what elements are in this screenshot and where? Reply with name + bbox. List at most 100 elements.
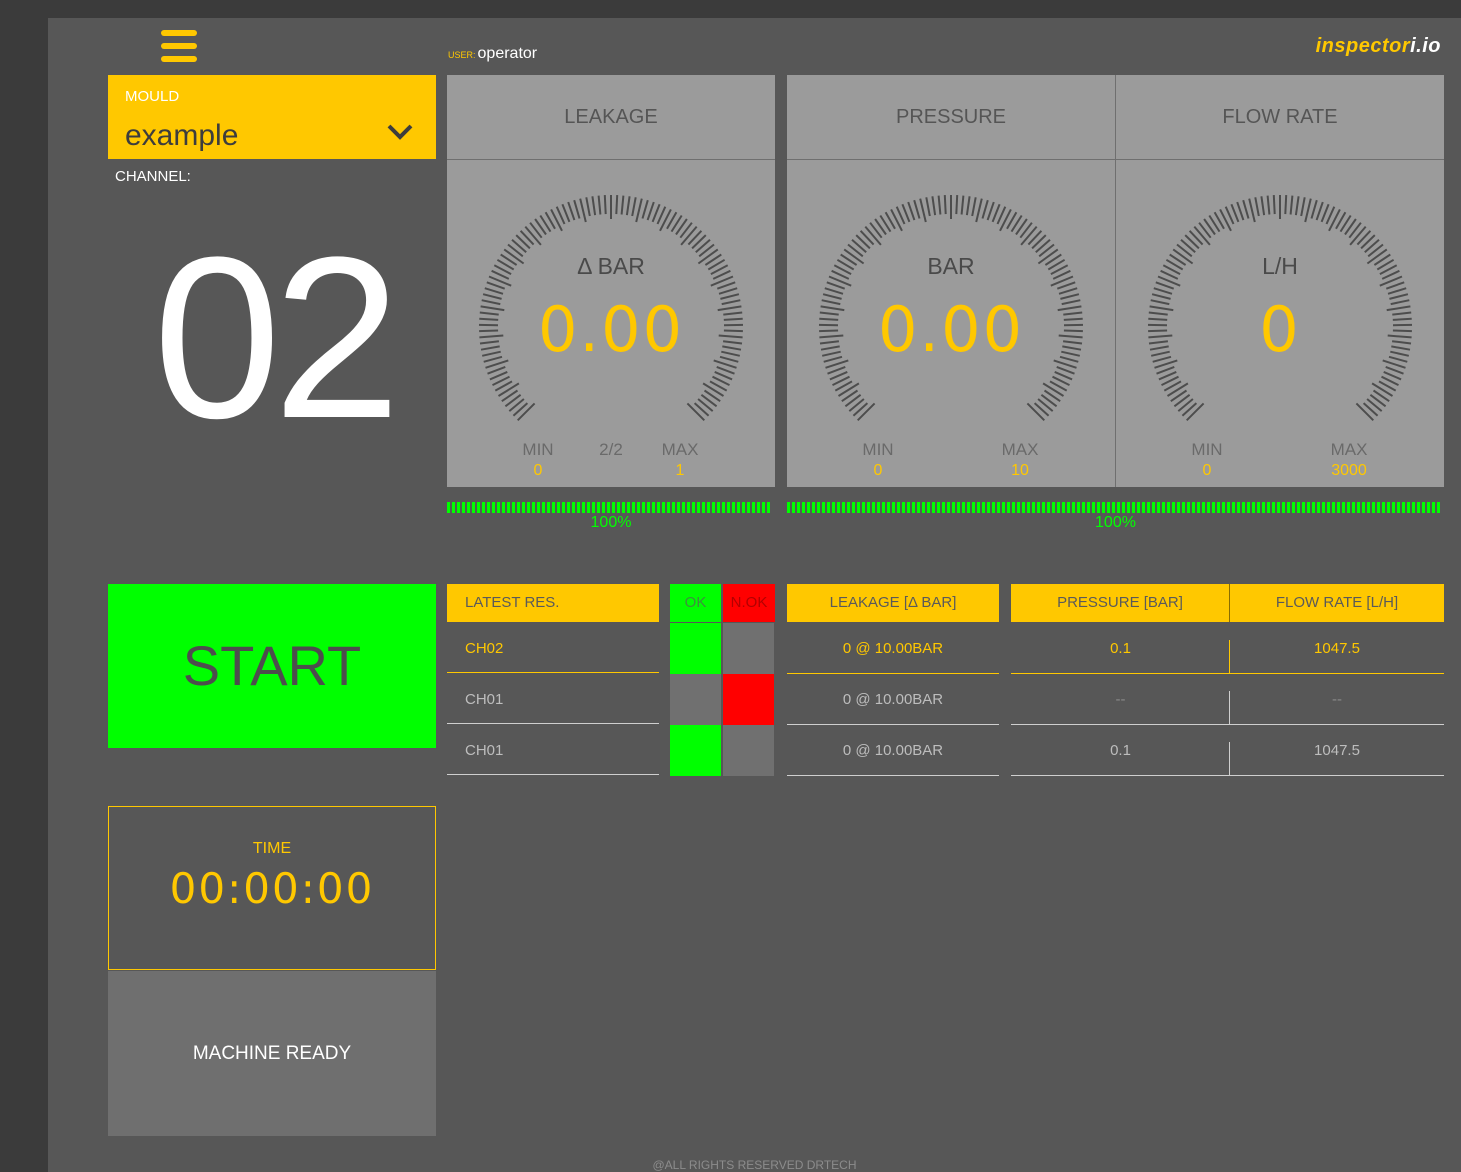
progress-tick bbox=[787, 502, 790, 513]
progress-tick bbox=[547, 502, 550, 513]
progress-tick bbox=[562, 502, 565, 513]
progress-tick bbox=[1167, 502, 1170, 513]
gauge-tick bbox=[573, 199, 581, 219]
gauge-max-value: 10 bbox=[1011, 462, 1029, 479]
gauge-tick bbox=[837, 382, 860, 397]
gauge-tick bbox=[615, 195, 619, 215]
progress-tick bbox=[1427, 502, 1430, 513]
progress-tick bbox=[447, 502, 450, 513]
progress-tick bbox=[842, 502, 845, 513]
progress-tick bbox=[677, 502, 680, 513]
gauge-tick bbox=[716, 281, 736, 290]
progress-tick bbox=[542, 502, 545, 513]
gauge-tick bbox=[591, 196, 597, 216]
progress-tick bbox=[1382, 502, 1385, 513]
progress-tick bbox=[517, 502, 520, 513]
ok-indicator bbox=[670, 674, 721, 725]
progress-tick bbox=[1222, 502, 1225, 513]
progress-tick bbox=[1172, 502, 1175, 513]
progress-tick bbox=[1397, 502, 1400, 513]
gauge-tick bbox=[1020, 225, 1038, 246]
progress-tick bbox=[1032, 502, 1035, 513]
progress-tick bbox=[1062, 502, 1065, 513]
progress-tick bbox=[1352, 502, 1355, 513]
progress-bar-pressure-flow bbox=[787, 502, 1440, 513]
progress-tick bbox=[1362, 502, 1365, 513]
channel-label: CHANNEL: bbox=[115, 168, 191, 185]
progress-tick bbox=[1237, 502, 1240, 513]
flow-rate-header: FLOW RATE [L/H] bbox=[1230, 584, 1444, 622]
gauge-tick bbox=[907, 201, 916, 221]
gauge-max-label: MAX bbox=[661, 440, 699, 459]
gauge-tick bbox=[516, 402, 536, 422]
gauge-tick bbox=[486, 281, 506, 290]
progress-tick bbox=[1342, 502, 1345, 513]
gauge-tick bbox=[702, 382, 725, 397]
gauge-min-label: MIN bbox=[522, 440, 554, 459]
progress-tick bbox=[1052, 502, 1055, 513]
progress-tick bbox=[922, 502, 925, 513]
gauge-tick bbox=[919, 198, 927, 223]
progress-tick bbox=[1192, 502, 1195, 513]
progress-tick bbox=[872, 502, 875, 513]
gauge-tick bbox=[955, 195, 959, 215]
nok-indicator bbox=[723, 674, 774, 725]
timer-value: 00:00:00 bbox=[169, 864, 375, 913]
progress-tick bbox=[597, 502, 600, 513]
ok-indicator bbox=[670, 725, 721, 776]
progress-tick bbox=[1212, 502, 1215, 513]
progress-tick bbox=[497, 502, 500, 513]
gauge-tick bbox=[1284, 195, 1288, 215]
gauge-tick bbox=[943, 195, 947, 215]
progress-tick bbox=[1022, 502, 1025, 513]
progress-tick bbox=[1117, 502, 1120, 513]
progress-tick bbox=[1097, 502, 1100, 513]
progress-tick bbox=[1107, 502, 1110, 513]
gauge-tick bbox=[716, 365, 735, 375]
gauge-tick bbox=[965, 196, 971, 216]
logo-accent: i.io bbox=[1410, 35, 1441, 57]
nok-indicator bbox=[723, 725, 774, 776]
progress-tick bbox=[617, 502, 620, 513]
progress-tick bbox=[582, 502, 585, 513]
progress-tick bbox=[1182, 502, 1185, 513]
progress-tick bbox=[1177, 502, 1180, 513]
gauge-tick bbox=[826, 281, 846, 290]
gauge-tick bbox=[913, 199, 921, 219]
start-button[interactable]: START bbox=[108, 584, 436, 748]
menu-icon[interactable] bbox=[161, 30, 197, 62]
progress-tick bbox=[1132, 502, 1135, 513]
gauge-tick bbox=[1248, 198, 1256, 223]
progress-tick bbox=[807, 502, 810, 513]
result-leakage: 0 @ 10.00BAR bbox=[787, 674, 999, 725]
progress-tick bbox=[957, 502, 960, 513]
progress-tick bbox=[692, 502, 695, 513]
gauge-tick bbox=[625, 196, 631, 216]
progress-tick bbox=[1377, 502, 1380, 513]
progress-tick bbox=[1092, 502, 1095, 513]
mould-value: example bbox=[125, 119, 239, 152]
gauge-tick bbox=[497, 382, 520, 397]
gauge-tick bbox=[1056, 281, 1076, 290]
result-pressure: 0.1 bbox=[1011, 623, 1230, 674]
gauge-tick bbox=[597, 195, 602, 215]
progress-tick bbox=[1017, 502, 1020, 513]
progress-tick bbox=[1007, 502, 1010, 513]
progress-tick bbox=[452, 502, 455, 513]
gauge-title: FLOW RATE bbox=[1116, 75, 1444, 160]
gauge-tick bbox=[1300, 197, 1306, 217]
progress-tick bbox=[1202, 502, 1205, 513]
progress-tick bbox=[902, 502, 905, 513]
mould-select[interactable]: MOULD example bbox=[108, 75, 436, 159]
progress-tick bbox=[747, 502, 750, 513]
gauge-tick bbox=[585, 197, 591, 217]
progress-tick bbox=[1122, 502, 1125, 513]
progress-tick bbox=[1077, 502, 1080, 513]
progress-tick bbox=[612, 502, 615, 513]
progress-tick bbox=[457, 502, 460, 513]
progress-tick bbox=[632, 502, 635, 513]
result-channel: CH01 bbox=[447, 674, 659, 724]
progress-tick bbox=[527, 502, 530, 513]
gauge-tick bbox=[1254, 197, 1260, 217]
progress-tick bbox=[602, 502, 605, 513]
